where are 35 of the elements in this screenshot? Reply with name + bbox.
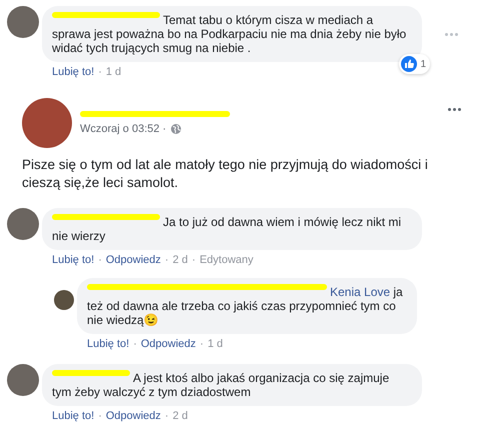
comment-text: Ja to już od dawna wiem i mówię lecz nikt mi nie wierzy	[52, 214, 402, 243]
timestamp: 1 d	[208, 338, 223, 350]
action-link[interactable]: Odpowiedz	[106, 410, 161, 422]
comment-text: A jest ktoś albo jakaś organizacja co się zajmuje tym żeby walczyć z tym dziadostwem	[52, 370, 390, 399]
separator: ·	[200, 338, 204, 350]
action-link[interactable]: Lubię to!	[52, 254, 94, 266]
action-link[interactable]: Lubię to!	[52, 66, 94, 78]
timestamp: Edytowany	[200, 254, 254, 266]
action-link[interactable]: Odpowiedz	[140, 338, 196, 350]
reaction-badge[interactable]: 1	[399, 54, 430, 74]
separator: ·	[98, 66, 102, 78]
separator: ·	[133, 338, 137, 350]
avatar[interactable]	[7, 6, 39, 38]
comment-text: Kenia Love ja też od dawna ale trzeba co jakiś czas przypomnieć tym co nie wiedzą😉	[87, 284, 404, 327]
separator: ·	[164, 254, 169, 266]
separator: ·	[164, 410, 169, 422]
avatar[interactable]	[54, 290, 74, 310]
separator: ·	[98, 254, 102, 266]
separator: ·	[192, 254, 196, 266]
action-link[interactable]: Odpowiedz	[106, 254, 161, 266]
timestamp: 2 d	[172, 254, 188, 266]
avatar[interactable]	[7, 364, 39, 396]
comment-text: Temat tabu o którym cisza w mediach a sprawa jest poważna bo na Podkarpaciu nie ma dnia żeby nie było widać tych trujących smug na niebie .	[52, 12, 408, 55]
timestamp[interactable]: Wczoraj o 03:52 ·	[80, 123, 166, 135]
timestamp: 1 d	[106, 66, 122, 78]
avatar[interactable]	[7, 208, 39, 240]
separator: ·	[98, 410, 102, 422]
action-link[interactable]: Lubię to!	[87, 338, 130, 350]
avatar[interactable]	[22, 98, 72, 148]
action-link[interactable]: Lubię to!	[52, 410, 94, 422]
thumbs-up-icon	[401, 56, 418, 72]
timestamp: 2 d	[172, 410, 188, 422]
mention-link[interactable]: Kenia Love	[330, 285, 390, 299]
globe-icon	[170, 123, 182, 135]
post-text: Pisze się o tym od lat ale matoły tego nie przyjmują do wiadomości i cieszą się,że leci samolot.	[22, 156, 429, 192]
